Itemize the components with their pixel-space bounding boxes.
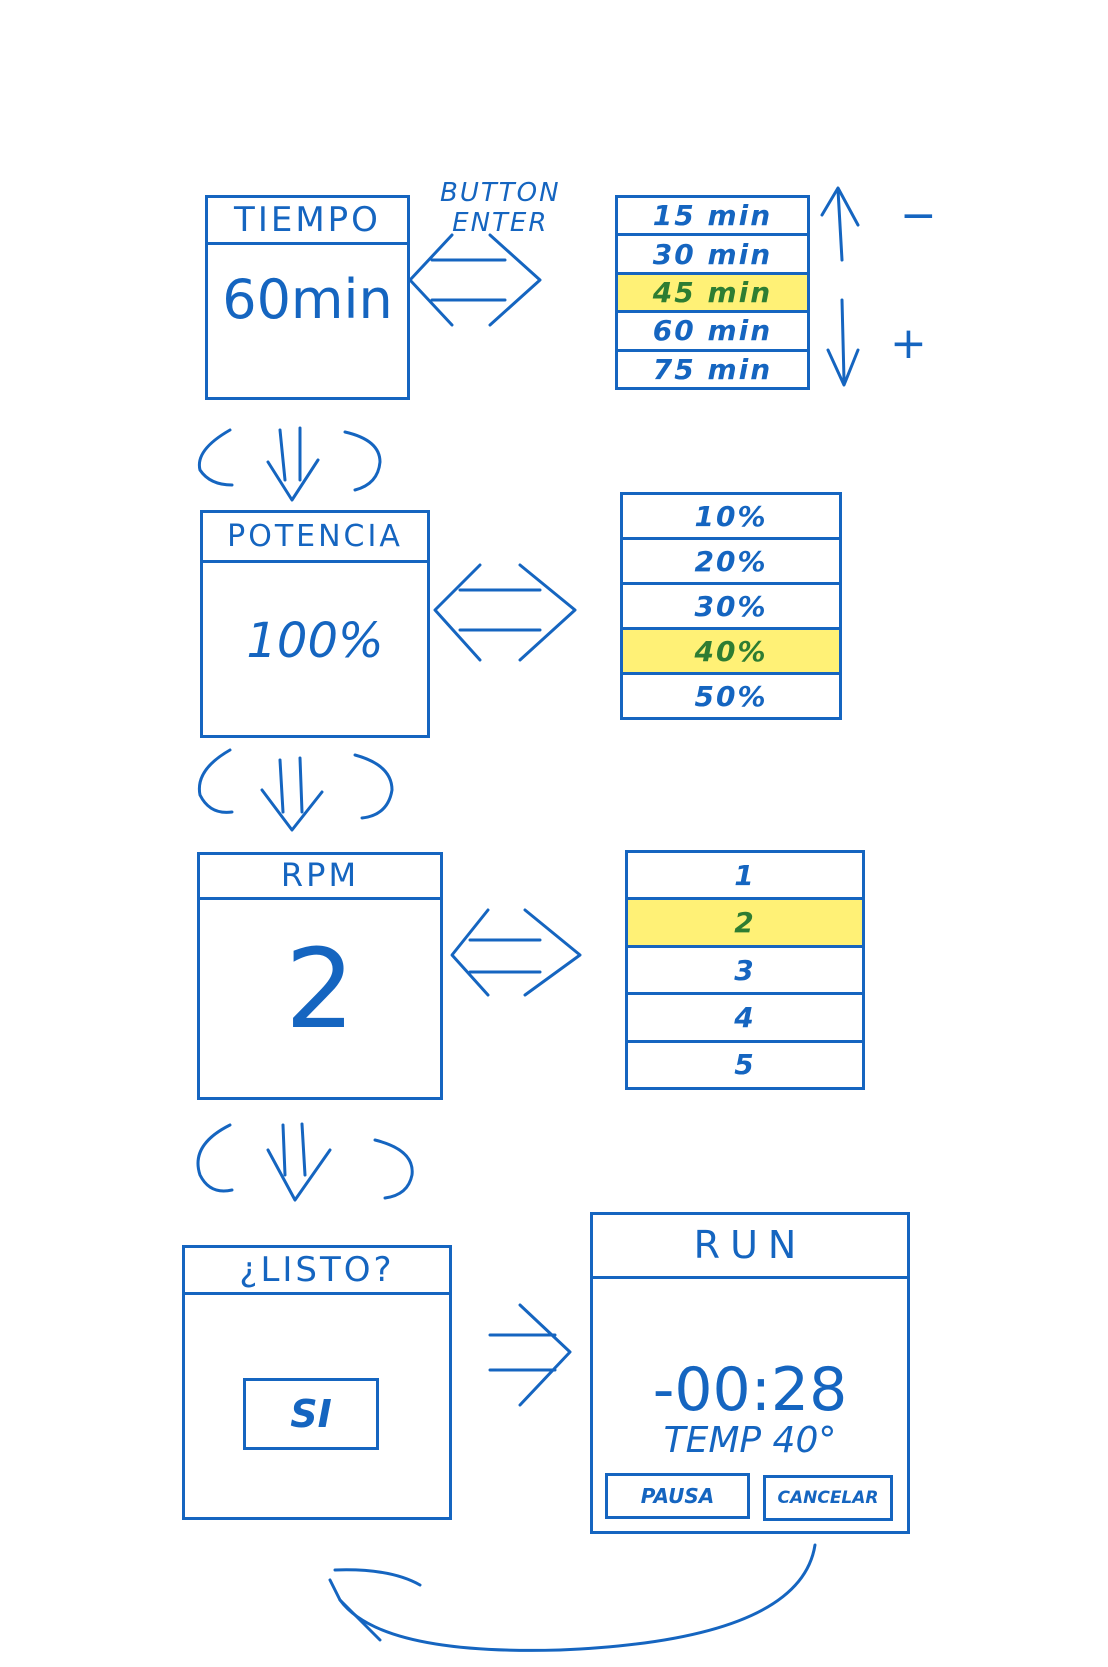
tiempo-option[interactable]: 30 min [618, 236, 807, 275]
run-title: RUN [593, 1215, 907, 1280]
rpm-option[interactable]: 4 [628, 995, 862, 1043]
tiempo-option[interactable]: 60 min [618, 313, 807, 352]
pause-button[interactable]: PAUSA [605, 1473, 750, 1519]
run-temp: TEMP 40° [663, 1420, 837, 1461]
rpm-title: RPM [200, 855, 440, 900]
forward-arrow-run [488, 1303, 572, 1407]
run-timer: -00:28 [652, 1355, 848, 1425]
plus-sign: + [890, 318, 927, 369]
potencia-screen[interactable]: POTENCIA 100% [200, 510, 430, 738]
si-button[interactable]: SI [243, 1378, 379, 1450]
cancel-button[interactable]: CANCELAR [763, 1475, 893, 1521]
potencia-options-list[interactable]: 10% 20% 30% 40% 50% [620, 492, 842, 720]
potencia-title: POTENCIA [203, 513, 427, 563]
down-arrow-3 [196, 1122, 414, 1202]
tiempo-option[interactable]: 45 min [618, 274, 807, 314]
potencia-option[interactable]: 20% [623, 540, 839, 585]
bidirectional-arrow-rpm [450, 908, 582, 997]
bidirectional-arrow-tiempo [408, 233, 542, 327]
rpm-option[interactable]: 5 [628, 1043, 862, 1087]
minus-sign: − [900, 190, 937, 241]
listo-screen[interactable]: ¿LISTO? SI [182, 1245, 452, 1520]
rpm-option[interactable]: 3 [628, 948, 862, 996]
rpm-option[interactable]: 1 [628, 853, 862, 901]
rpm-screen[interactable]: RPM 2 [197, 852, 443, 1100]
potencia-value: 100% [246, 613, 384, 669]
rpm-value: 2 [285, 925, 355, 1053]
scroll-arrows [820, 186, 860, 387]
run-screen[interactable]: RUN -00:28 TEMP 40° PAUSA CANCELAR [590, 1212, 910, 1534]
potencia-option[interactable]: 50% [623, 675, 839, 717]
tiempo-option[interactable]: 75 min [618, 352, 807, 387]
rpm-option[interactable]: 2 [628, 900, 862, 948]
tiempo-title: TIEMPO [208, 198, 407, 246]
down-arrow-2 [197, 748, 394, 832]
tiempo-option[interactable]: 15 min [618, 198, 807, 237]
bidirectional-arrow-potencia [433, 563, 577, 662]
button-label-line1: BUTTON [440, 178, 561, 208]
rpm-options-list[interactable]: 12345 [625, 850, 865, 1090]
tiempo-options-list[interactable]: 15 min 30 min 45 min 60 min 75 min [615, 195, 810, 390]
button-label-line2: ENTER [452, 208, 549, 238]
tiempo-value: 60min [222, 268, 393, 331]
tiempo-screen[interactable]: TIEMPO 60min [205, 195, 410, 400]
listo-title: ¿LISTO? [185, 1248, 449, 1296]
potencia-option[interactable]: 10% [623, 495, 839, 540]
sketch-arrows-layer [196, 186, 860, 1652]
potencia-option[interactable]: 40% [623, 630, 839, 675]
button-enter-label: BUTTON ENTER [440, 178, 561, 238]
potencia-option[interactable]: 30% [623, 585, 839, 630]
return-arrow [328, 1543, 817, 1652]
down-arrow-1 [197, 426, 382, 502]
